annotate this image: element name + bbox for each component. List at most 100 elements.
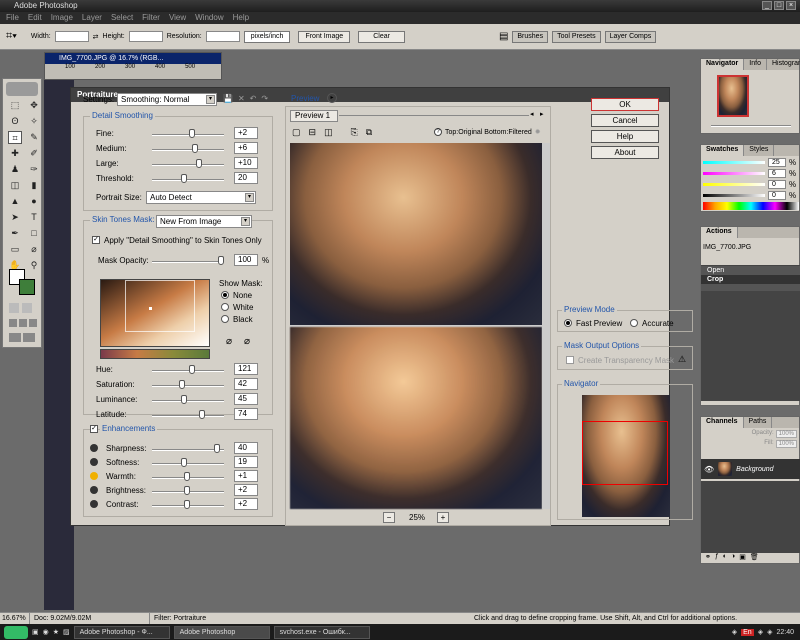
cascade-icon[interactable]: ⧉: [366, 127, 372, 138]
layer-row[interactable]: 👁 Background: [701, 459, 800, 479]
slider-track[interactable]: [152, 370, 224, 372]
link-icon[interactable]: ⚭: [705, 553, 711, 563]
slider-track[interactable]: [152, 463, 224, 465]
tab-paths[interactable]: Paths: [744, 417, 773, 428]
tab-swatches[interactable]: Swatches: [701, 145, 745, 156]
tray-icon[interactable]: ◈: [767, 628, 772, 636]
slice-tool-icon[interactable]: ✎: [27, 131, 41, 144]
eyedropper-icon[interactable]: ⌀: [226, 336, 232, 347]
imageready-icon[interactable]: [23, 333, 35, 342]
transparency-checkbox[interactable]: [566, 356, 574, 364]
slider-thumb[interactable]: [184, 500, 190, 509]
marquee-tool-icon[interactable]: ⬚: [8, 99, 22, 112]
opacity-field[interactable]: 100%: [775, 430, 797, 438]
slider-value[interactable]: +2: [234, 498, 258, 510]
history-item[interactable]: Crop: [701, 275, 800, 284]
units-select[interactable]: pixels/inch: [243, 30, 291, 43]
status-zoom[interactable]: 16.67%: [0, 613, 30, 624]
slider-track[interactable]: [152, 179, 224, 181]
show-mask-none-radio[interactable]: [221, 291, 229, 299]
history-item[interactable]: Open: [701, 266, 800, 275]
quickmask-mode-icon[interactable]: [22, 303, 32, 313]
blur-tool-icon[interactable]: ▲: [8, 195, 22, 208]
new-preview-icon[interactable]: ⎘: [351, 127, 358, 138]
background-color-swatch[interactable]: [19, 279, 35, 295]
screen-mode-icon[interactable]: [9, 319, 17, 327]
slider-value[interactable]: +10: [234, 157, 258, 169]
pen-tool-icon[interactable]: ✒: [8, 227, 22, 240]
yellow-value[interactable]: 0: [768, 180, 786, 189]
hue-strip[interactable]: [100, 349, 210, 359]
slider-track[interactable]: [152, 149, 224, 151]
slider-value[interactable]: 121: [234, 363, 258, 375]
skin-color-picker[interactable]: [100, 279, 210, 347]
slider-value[interactable]: 19: [234, 456, 258, 468]
taskbar-item[interactable]: Adobe Photoshop: [173, 625, 270, 639]
mask-icon[interactable]: ◐: [723, 553, 727, 563]
slider-value[interactable]: +1: [234, 470, 258, 482]
menu-item[interactable]: Edit: [28, 12, 42, 24]
ok-button[interactable]: OK: [591, 98, 659, 111]
menu-item[interactable]: Image: [51, 12, 73, 24]
prev-tab-icon[interactable]: ◂: [530, 110, 534, 118]
history-brush-icon[interactable]: ✑: [27, 163, 41, 176]
navigator-zoom-slider[interactable]: [711, 125, 791, 127]
slider-track[interactable]: [152, 415, 224, 417]
type-tool-icon[interactable]: T: [27, 211, 41, 224]
healing-tool-icon[interactable]: ✚: [8, 147, 22, 160]
width-input[interactable]: [54, 31, 89, 42]
tool-presets-tab[interactable]: Tool Presets: [552, 30, 601, 43]
split-vertical-icon[interactable]: ◫: [324, 127, 333, 138]
slider-thumb[interactable]: [184, 472, 190, 481]
slider-thumb[interactable]: [199, 410, 205, 419]
cyan-value[interactable]: 25: [768, 158, 786, 167]
slider-thumb[interactable]: [179, 380, 185, 389]
menu-item[interactable]: Help: [233, 12, 249, 24]
tab-histogram[interactable]: Histogram: [767, 59, 800, 70]
undo-icon[interactable]: ↶: [250, 94, 257, 103]
minimize-icon[interactable]: _: [762, 1, 772, 10]
lasso-tool-icon[interactable]: ʘ: [8, 115, 22, 128]
quicklaunch-icon[interactable]: ★: [53, 628, 59, 636]
slider-track[interactable]: [152, 385, 224, 387]
zoom-out-button[interactable]: −: [383, 512, 395, 523]
skin-mask-select[interactable]: New From Image ▾: [156, 215, 252, 228]
zoom-tool-icon[interactable]: ⚲: [27, 259, 41, 272]
save-icon[interactable]: 💾: [223, 94, 233, 103]
navigator-view-rect[interactable]: [582, 421, 668, 485]
accurate-radio[interactable]: [630, 319, 638, 327]
tab-navigator[interactable]: Navigator: [701, 59, 745, 70]
navigator-thumbnail[interactable]: [717, 75, 749, 117]
tray-icon[interactable]: ◈: [732, 628, 737, 636]
dialog-navigator-thumbnail[interactable]: [582, 395, 670, 517]
cancel-button[interactable]: Cancel: [591, 114, 659, 127]
eye-icon[interactable]: 👁: [704, 465, 714, 474]
about-button[interactable]: About: [591, 146, 659, 159]
slider-value[interactable]: +6: [234, 142, 258, 154]
help-icon[interactable]: ?: [434, 128, 442, 136]
enhancements-checkbox[interactable]: ✓: [90, 425, 98, 433]
quicklaunch-icon[interactable]: ▣: [32, 628, 39, 636]
split-horizontal-icon[interactable]: ⊟: [309, 127, 317, 138]
slider-track[interactable]: [152, 164, 224, 166]
front-image-button[interactable]: Front Image: [298, 30, 351, 43]
apply-skin-only-checkbox[interactable]: ✓: [92, 236, 100, 244]
tab-preview-1[interactable]: Preview 1: [290, 110, 338, 122]
eyedropper-icon[interactable]: ⌀: [27, 243, 41, 256]
slider-thumb[interactable]: [196, 159, 202, 168]
slider-track[interactable]: [152, 400, 224, 402]
menu-item[interactable]: File: [6, 12, 19, 24]
imageready-icon[interactable]: [9, 333, 21, 342]
height-input[interactable]: [128, 31, 163, 42]
fill-field[interactable]: 100%: [775, 440, 797, 448]
tab-actions[interactable]: Actions: [701, 227, 738, 238]
fx-icon[interactable]: ƒ: [715, 553, 719, 563]
resolution-input[interactable]: [205, 31, 240, 42]
slider-value[interactable]: +2: [234, 127, 258, 139]
slider-track[interactable]: [152, 134, 224, 136]
taskbar-item[interactable]: svchost.exe - Ошибк...: [273, 625, 370, 639]
color-ramp[interactable]: [703, 202, 799, 210]
redo-icon[interactable]: ↷: [261, 94, 268, 103]
slider-thumb[interactable]: [184, 486, 190, 495]
taskbar-item[interactable]: Adobe Photoshop - Ф...: [73, 625, 170, 639]
